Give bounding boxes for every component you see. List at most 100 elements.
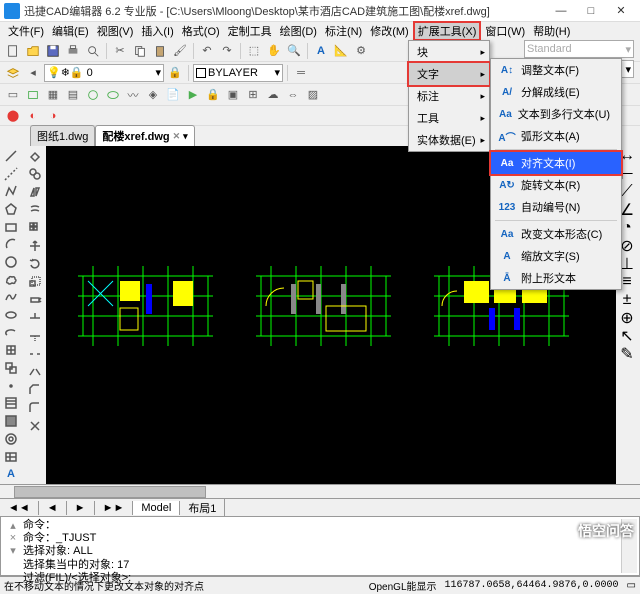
- nav-first-icon[interactable]: ◄◄: [0, 501, 39, 515]
- preview-icon[interactable]: [84, 42, 102, 60]
- ellipse-tool-icon[interactable]: [2, 307, 20, 323]
- gradient-icon[interactable]: [2, 413, 20, 429]
- print2-icon[interactable]: 📄: [164, 86, 182, 104]
- layout-1[interactable]: 布局1: [180, 499, 225, 517]
- paste-icon[interactable]: [151, 42, 169, 60]
- command-line[interactable]: ▴×▾ 命令： 命令：_TJUST 选择对象: ALL 选择集当中的对象: 17…: [0, 516, 640, 576]
- scale-icon[interactable]: [26, 274, 44, 290]
- ref-icon[interactable]: ⊞: [244, 86, 262, 104]
- pan-icon[interactable]: ✋: [265, 42, 283, 60]
- leader-icon[interactable]: ↖: [618, 328, 636, 344]
- offset-icon[interactable]: [26, 202, 44, 218]
- insert-block-icon[interactable]: [2, 343, 20, 359]
- point-icon[interactable]: [2, 378, 20, 394]
- region-icon[interactable]: [2, 431, 20, 447]
- spline-icon[interactable]: [2, 290, 20, 306]
- cut-icon[interactable]: ✂: [111, 42, 129, 60]
- layer-prev-icon[interactable]: ◂: [24, 64, 42, 82]
- join-icon[interactable]: [26, 364, 44, 380]
- arc-icon[interactable]: [2, 236, 20, 252]
- lock-icon[interactable]: 🔒: [166, 64, 184, 82]
- text-arc[interactable]: A⌒弧形文本(A): [491, 125, 621, 147]
- stretch-tool-icon[interactable]: [26, 292, 44, 308]
- ellipse-arc-icon[interactable]: [2, 325, 20, 341]
- color-combo[interactable]: BYLAYER▾: [193, 64, 283, 82]
- cmd-down-icon[interactable]: ▾: [10, 544, 16, 557]
- xline-icon[interactable]: [2, 166, 20, 182]
- cloud-icon[interactable]: ☁: [264, 86, 282, 104]
- menu-draw[interactable]: 绘图(D): [276, 23, 321, 39]
- move-icon[interactable]: [26, 238, 44, 254]
- rotate-icon[interactable]: [26, 256, 44, 272]
- block-icon[interactable]: ▣: [224, 86, 242, 104]
- match-icon[interactable]: 🖌: [171, 42, 189, 60]
- copy-icon[interactable]: [131, 42, 149, 60]
- revcloud-icon[interactable]: [2, 272, 20, 288]
- circle-icon[interactable]: [2, 254, 20, 270]
- nav-prev-icon[interactable]: ◄: [39, 501, 67, 515]
- snap-2-icon[interactable]: ◐: [24, 107, 42, 125]
- layer-combo[interactable]: 💡❄🔒 0▾: [44, 64, 164, 82]
- select-icon[interactable]: ▭: [4, 86, 22, 104]
- text-explode[interactable]: A/分解成线(E): [491, 81, 621, 103]
- stretch-icon[interactable]: ⇔: [284, 86, 302, 104]
- submenu-block[interactable]: 块▸: [409, 41, 489, 63]
- rect-icon[interactable]: [24, 86, 42, 104]
- linetype-icon[interactable]: ═: [292, 64, 310, 82]
- submenu-dimension[interactable]: 标注▸: [409, 85, 489, 107]
- close-button[interactable]: ✕: [606, 1, 636, 21]
- pline-icon[interactable]: [2, 183, 20, 199]
- text-change-case[interactable]: Aa改变文本形态(C): [491, 223, 621, 245]
- text-enclose[interactable]: Ā附上形文本: [491, 267, 621, 289]
- mtext-icon[interactable]: A: [2, 466, 20, 482]
- menu-format[interactable]: 格式(O): [178, 23, 224, 39]
- menu-help[interactable]: 帮助(H): [529, 23, 574, 39]
- menu-modify[interactable]: 修改(M): [366, 23, 413, 39]
- lock2-icon[interactable]: 🔒: [204, 86, 222, 104]
- maximize-button[interactable]: □: [576, 1, 606, 21]
- entity-icon[interactable]: ⬚: [245, 42, 263, 60]
- settings-icon[interactable]: ⚙: [352, 42, 370, 60]
- print-icon[interactable]: [64, 42, 82, 60]
- isolate-icon[interactable]: ◈: [144, 86, 162, 104]
- dim-edit-icon[interactable]: ✎: [618, 346, 636, 362]
- rect-tool-icon[interactable]: [2, 219, 20, 235]
- status-toggle-icon[interactable]: ▭: [627, 580, 636, 591]
- snap-3-icon[interactable]: ◑: [44, 107, 62, 125]
- text-justify[interactable]: Aa对齐文本(I): [491, 152, 621, 174]
- minimize-button[interactable]: ―: [546, 1, 576, 21]
- table-icon[interactable]: [2, 449, 20, 465]
- tab-close-icon[interactable]: ✕: [173, 131, 181, 142]
- text-style-icon[interactable]: A: [312, 42, 330, 60]
- redo-icon[interactable]: ↷: [218, 42, 236, 60]
- menu-insert[interactable]: 插入(I): [137, 23, 177, 39]
- polyline-icon[interactable]: 〰: [124, 86, 142, 104]
- canvas-hscroll[interactable]: [0, 484, 640, 498]
- fillet-icon[interactable]: [26, 400, 44, 416]
- ellipse-icon[interactable]: [104, 86, 122, 104]
- submenu-entity-data[interactable]: 实体数据(E)▸: [409, 129, 489, 151]
- erase-icon[interactable]: [26, 148, 44, 164]
- menu-file[interactable]: 文件(F): [4, 23, 48, 39]
- cmd-up-icon[interactable]: ▴: [10, 519, 16, 532]
- mirror-icon[interactable]: [26, 184, 44, 200]
- submenu-tools[interactable]: 工具▸: [409, 107, 489, 129]
- menu-edit[interactable]: 编辑(E): [48, 23, 93, 39]
- play-icon[interactable]: ▶: [184, 86, 202, 104]
- layers-icon[interactable]: ▦: [44, 86, 62, 104]
- tab-drawing1[interactable]: 图纸1.dwg: [30, 125, 95, 146]
- menu-custom-tools[interactable]: 定制工具: [224, 23, 276, 39]
- make-block-icon[interactable]: [2, 360, 20, 376]
- zoom-icon[interactable]: 🔍: [285, 42, 303, 60]
- nav-last-icon[interactable]: ►►: [95, 501, 134, 515]
- text-style-combo[interactable]: Standard▾: [524, 40, 634, 58]
- new-icon[interactable]: [4, 42, 22, 60]
- tab-peilou-xref[interactable]: 配楼xref.dwg✕▾: [95, 125, 194, 146]
- center-mark-icon[interactable]: ⊕: [618, 310, 636, 326]
- tolerance-icon[interactable]: ±: [618, 292, 636, 308]
- menu-window[interactable]: 窗口(W): [481, 23, 529, 39]
- chamfer-icon[interactable]: [26, 382, 44, 398]
- text-scale[interactable]: A缩放文字(S): [491, 245, 621, 267]
- save-icon[interactable]: [44, 42, 62, 60]
- line-icon[interactable]: [2, 148, 20, 164]
